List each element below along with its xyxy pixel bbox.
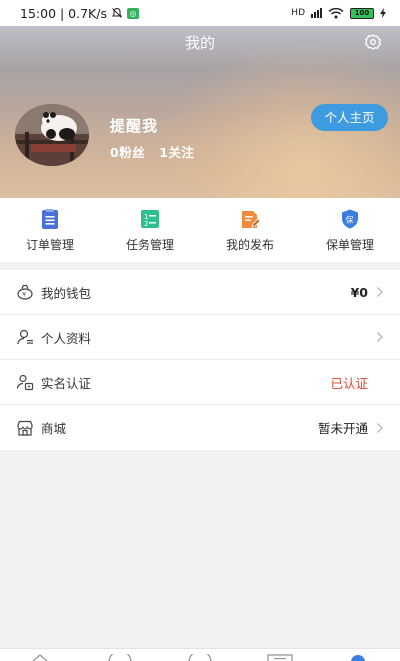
status-time-speed: 15:00 | 0.7K/s (20, 5, 107, 21)
avatar-image (15, 104, 89, 166)
settings-icon[interactable] (364, 33, 382, 51)
chevron-right-icon (377, 332, 383, 342)
username: 提醒我 (110, 117, 159, 135)
page-title: 我的 (184, 34, 215, 52)
profile-header: 15:00 | 0.7K/s ◎ HD 100 我的 提醒我 0粉丝 1关注 个… (0, 0, 400, 198)
status-bar: 15:00 | 0.7K/s ◎ HD 100 (0, 0, 400, 26)
list-label: 我的钱包 (41, 285, 92, 301)
list-item-verification[interactable]: 实名认证 已认证 (0, 360, 400, 405)
bottom-navigation (0, 648, 400, 661)
publish-icon (242, 211, 261, 228)
mine-tab-icon[interactable] (350, 654, 366, 661)
mute-icon (112, 7, 122, 18)
quick-label: 订单管理 (25, 238, 74, 252)
shop-status: 暂未开通 (317, 421, 368, 436)
verify-icon (16, 374, 34, 391)
wallet-icon: ¥ (17, 284, 33, 300)
settings-list: ¥ 我的钱包 ¥0 个人资料 实名认证 已认证 商城 暂未开通 (0, 270, 400, 450)
task-icon: 1 2 (141, 210, 159, 228)
quick-item-orders[interactable]: 订单管理 (0, 198, 100, 262)
fans-count[interactable]: 0粉丝 (110, 142, 145, 161)
list-label: 商城 (41, 421, 67, 436)
list-item-profile[interactable]: 个人资料 (0, 315, 400, 360)
following-count[interactable]: 1关注 (159, 142, 194, 161)
avatar[interactable] (15, 104, 89, 166)
list-item-wallet[interactable]: ¥ 我的钱包 ¥0 (0, 270, 400, 315)
list-item-shop[interactable]: 商城 暂未开通 (0, 405, 400, 450)
battery-icon: 100 (350, 7, 374, 19)
follow-stats: 0粉丝 1关注 (110, 142, 194, 161)
quick-menu: 订单管理 1 2 任务管理 我的发布 保 保单管理 (0, 198, 400, 262)
wifi-icon (328, 7, 344, 19)
policy-icon: 保 (342, 209, 358, 229)
svg-text:保: 保 (346, 215, 354, 225)
network-label: HD (291, 8, 305, 18)
quick-label: 我的发布 (225, 238, 274, 252)
personal-homepage-button[interactable]: 个人主页 (311, 104, 388, 131)
quick-item-publish[interactable]: 我的发布 (200, 198, 300, 262)
wallet-balance: ¥0 (350, 284, 368, 300)
profile-icon (17, 329, 33, 345)
list-label: 实名认证 (41, 375, 92, 391)
chevron-right-icon (377, 422, 383, 433)
quick-label: 保单管理 (325, 238, 374, 252)
quick-item-policy[interactable]: 保 保单管理 (300, 198, 400, 262)
signal-icon (311, 8, 322, 18)
home-tab-icon[interactable] (30, 654, 50, 661)
quick-label: 任务管理 (125, 238, 174, 252)
svg-text:2: 2 (144, 220, 148, 228)
charging-icon (380, 8, 386, 18)
message-tab-icon[interactable] (188, 654, 212, 661)
quick-item-tasks[interactable]: 1 2 任务管理 (100, 198, 200, 262)
app-notification-icon: ◎ (126, 7, 139, 19)
discover-tab-icon[interactable] (108, 654, 132, 661)
list-tab-icon[interactable] (267, 654, 293, 661)
order-icon (42, 209, 58, 229)
svg-text:¥: ¥ (22, 292, 26, 299)
verification-status: 已认证 (330, 375, 368, 391)
chevron-right-icon (377, 287, 383, 297)
list-label: 个人资料 (41, 330, 92, 346)
shop-icon (17, 420, 33, 436)
